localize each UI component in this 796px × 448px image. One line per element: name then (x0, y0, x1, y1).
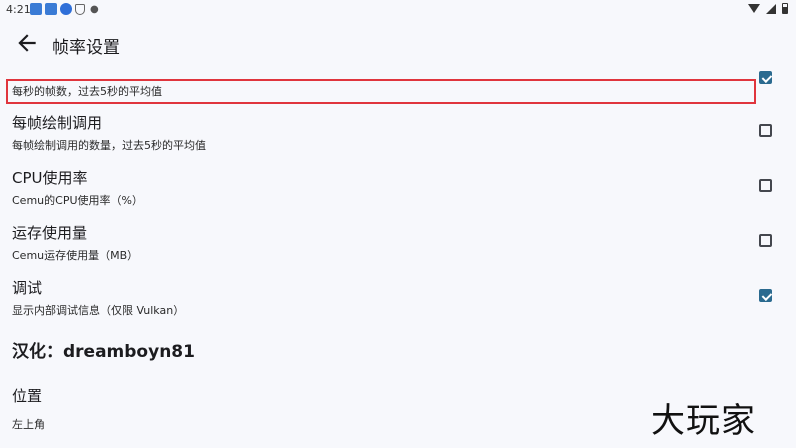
debug-checkbox[interactable] (759, 289, 772, 302)
cpu-usage-summary: Cemu的CPU使用率（%） (12, 194, 143, 207)
notification-icons: ● (30, 3, 99, 15)
status-bar: 4:21 ● (0, 0, 796, 20)
shield-icon (75, 3, 85, 15)
app-icon (30, 3, 42, 15)
draw-calls-checkbox[interactable] (759, 124, 772, 137)
system-icons (748, 3, 788, 14)
wifi-icon (748, 4, 760, 13)
cpu-usage-checkbox[interactable] (759, 179, 772, 192)
more-notifications-dot-icon: ● (90, 3, 99, 15)
debug-title: 调试 (12, 279, 43, 297)
cpu-usage-title: CPU使用率 (12, 169, 88, 187)
setting-debug[interactable]: 调试 显示内部调试信息（仅限 Vulkan） (0, 275, 796, 321)
download-icon (60, 3, 72, 15)
setting-ram-usage[interactable]: 运存使用量 Cemu运存使用量（MB） (0, 220, 796, 266)
ram-usage-title: 运存使用量 (12, 224, 88, 242)
section-title: 汉化：dreamboyn81 (12, 342, 195, 362)
position-value: 左上角 (12, 418, 45, 431)
ram-usage-checkbox[interactable] (759, 234, 772, 247)
position-title: 位置 (12, 387, 43, 405)
app-bar: 帧率设置 (0, 28, 796, 58)
watermark-logo: 大玩家 (651, 401, 756, 441)
back-button[interactable] (14, 30, 40, 56)
app-icon (45, 3, 57, 15)
page-title: 帧率设置 (52, 38, 120, 58)
draw-calls-summary: 每帧绘制调用的数量，过去5秒的平均值 (12, 139, 206, 152)
arrow-back-icon (18, 34, 36, 52)
highlight-box (6, 79, 756, 104)
debug-summary: 显示内部调试信息（仅限 Vulkan） (12, 304, 185, 317)
battery-icon (782, 3, 788, 14)
signal-icon (766, 3, 776, 14)
status-time: 4:21 (6, 3, 31, 16)
draw-calls-title: 每帧绘制调用 (12, 114, 103, 132)
ram-usage-summary: Cemu运存使用量（MB） (12, 249, 139, 262)
setting-cpu-usage[interactable]: CPU使用率 Cemu的CPU使用率（%） (0, 165, 796, 211)
fps-checkbox[interactable] (759, 71, 772, 84)
setting-draw-calls[interactable]: 每帧绘制调用 每帧绘制调用的数量，过去5秒的平均值 (0, 110, 796, 156)
